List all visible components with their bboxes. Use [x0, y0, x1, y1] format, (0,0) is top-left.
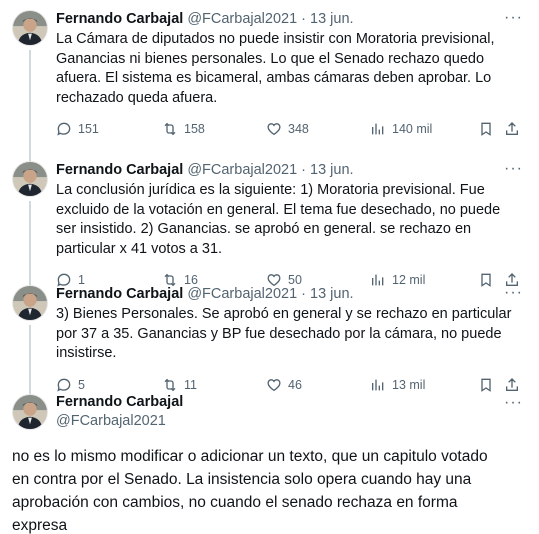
author-handle[interactable]: @FCarbajal2021 [187, 10, 297, 28]
author-handle[interactable]: @FCarbajal2021 [56, 412, 183, 431]
tweet-thread: Fernando Carbajal @FCarbajal2021 · 13 ju… [0, 0, 539, 534]
separator: · [301, 162, 306, 178]
share-button[interactable] [504, 121, 520, 137]
more-options-icon[interactable]: ··· [504, 285, 523, 301]
focused-tweet[interactable]: Fernando Carbajal @FCarbajal2021 ··· no … [0, 381, 539, 534]
avatar[interactable] [12, 161, 48, 197]
avatar[interactable] [12, 10, 48, 46]
retweet-icon [164, 122, 176, 136]
tweet-date[interactable]: 13 jun. [310, 10, 354, 28]
separator: · [301, 11, 306, 27]
share-icon [506, 122, 518, 135]
author-name[interactable]: Fernando Carbajal [56, 161, 183, 179]
author-handle[interactable]: @FCarbajal2021 [187, 285, 297, 303]
author-name[interactable]: Fernando Carbajal [56, 285, 183, 303]
more-options-icon[interactable]: ··· [504, 161, 523, 177]
author-name[interactable]: Fernando Carbajal [56, 10, 183, 28]
separator: · [301, 286, 306, 302]
heart-icon [267, 123, 281, 136]
thread-line [29, 50, 31, 165]
retweet-count: 158 [184, 122, 205, 136]
views-icon [372, 123, 384, 135]
tweet-text: La Cámara de diputados no puede insistir… [56, 31, 495, 106]
tweet[interactable]: Fernando Carbajal @FCarbajal2021 · 13 ju… [0, 275, 539, 395]
more-options-icon[interactable]: ··· [504, 10, 523, 26]
more-options-icon[interactable]: ··· [504, 395, 523, 411]
tweet[interactable]: Fernando Carbajal @FCarbajal2021 · 13 ju… [0, 0, 539, 165]
avatar[interactable] [12, 394, 48, 430]
tweet-actions: 151 158 348 140 mil [56, 112, 527, 146]
views-button[interactable]: 140 mil [370, 121, 432, 137]
author-name[interactable]: Fernando Carbajal [56, 393, 183, 412]
avatar[interactable] [12, 285, 48, 321]
retweet-button[interactable]: 158 [162, 121, 205, 137]
bookmark-button[interactable] [478, 121, 494, 137]
like-count: 348 [288, 122, 309, 136]
like-button[interactable]: 348 [266, 121, 309, 137]
tweet-text: no es lo mismo modificar o adicionar un … [12, 448, 488, 534]
reply-button[interactable]: 151 [56, 121, 99, 137]
view-count: 140 mil [392, 122, 433, 136]
author-handle[interactable]: @FCarbajal2021 [187, 161, 297, 179]
tweet-date[interactable]: 13 jun. [310, 161, 354, 179]
tweet[interactable]: Fernando Carbajal @FCarbajal2021 · 13 ju… [0, 151, 539, 289]
tweet-date[interactable]: 13 jun. [310, 285, 354, 303]
tweet-text: La conclusión jurídica es la siguiente: … [56, 182, 501, 257]
reply-icon [57, 122, 71, 136]
reply-count: 151 [78, 122, 99, 136]
bookmark-icon [481, 122, 491, 136]
tweet-text: 3) Bienes Personales. Se aprobó en gener… [56, 306, 512, 361]
